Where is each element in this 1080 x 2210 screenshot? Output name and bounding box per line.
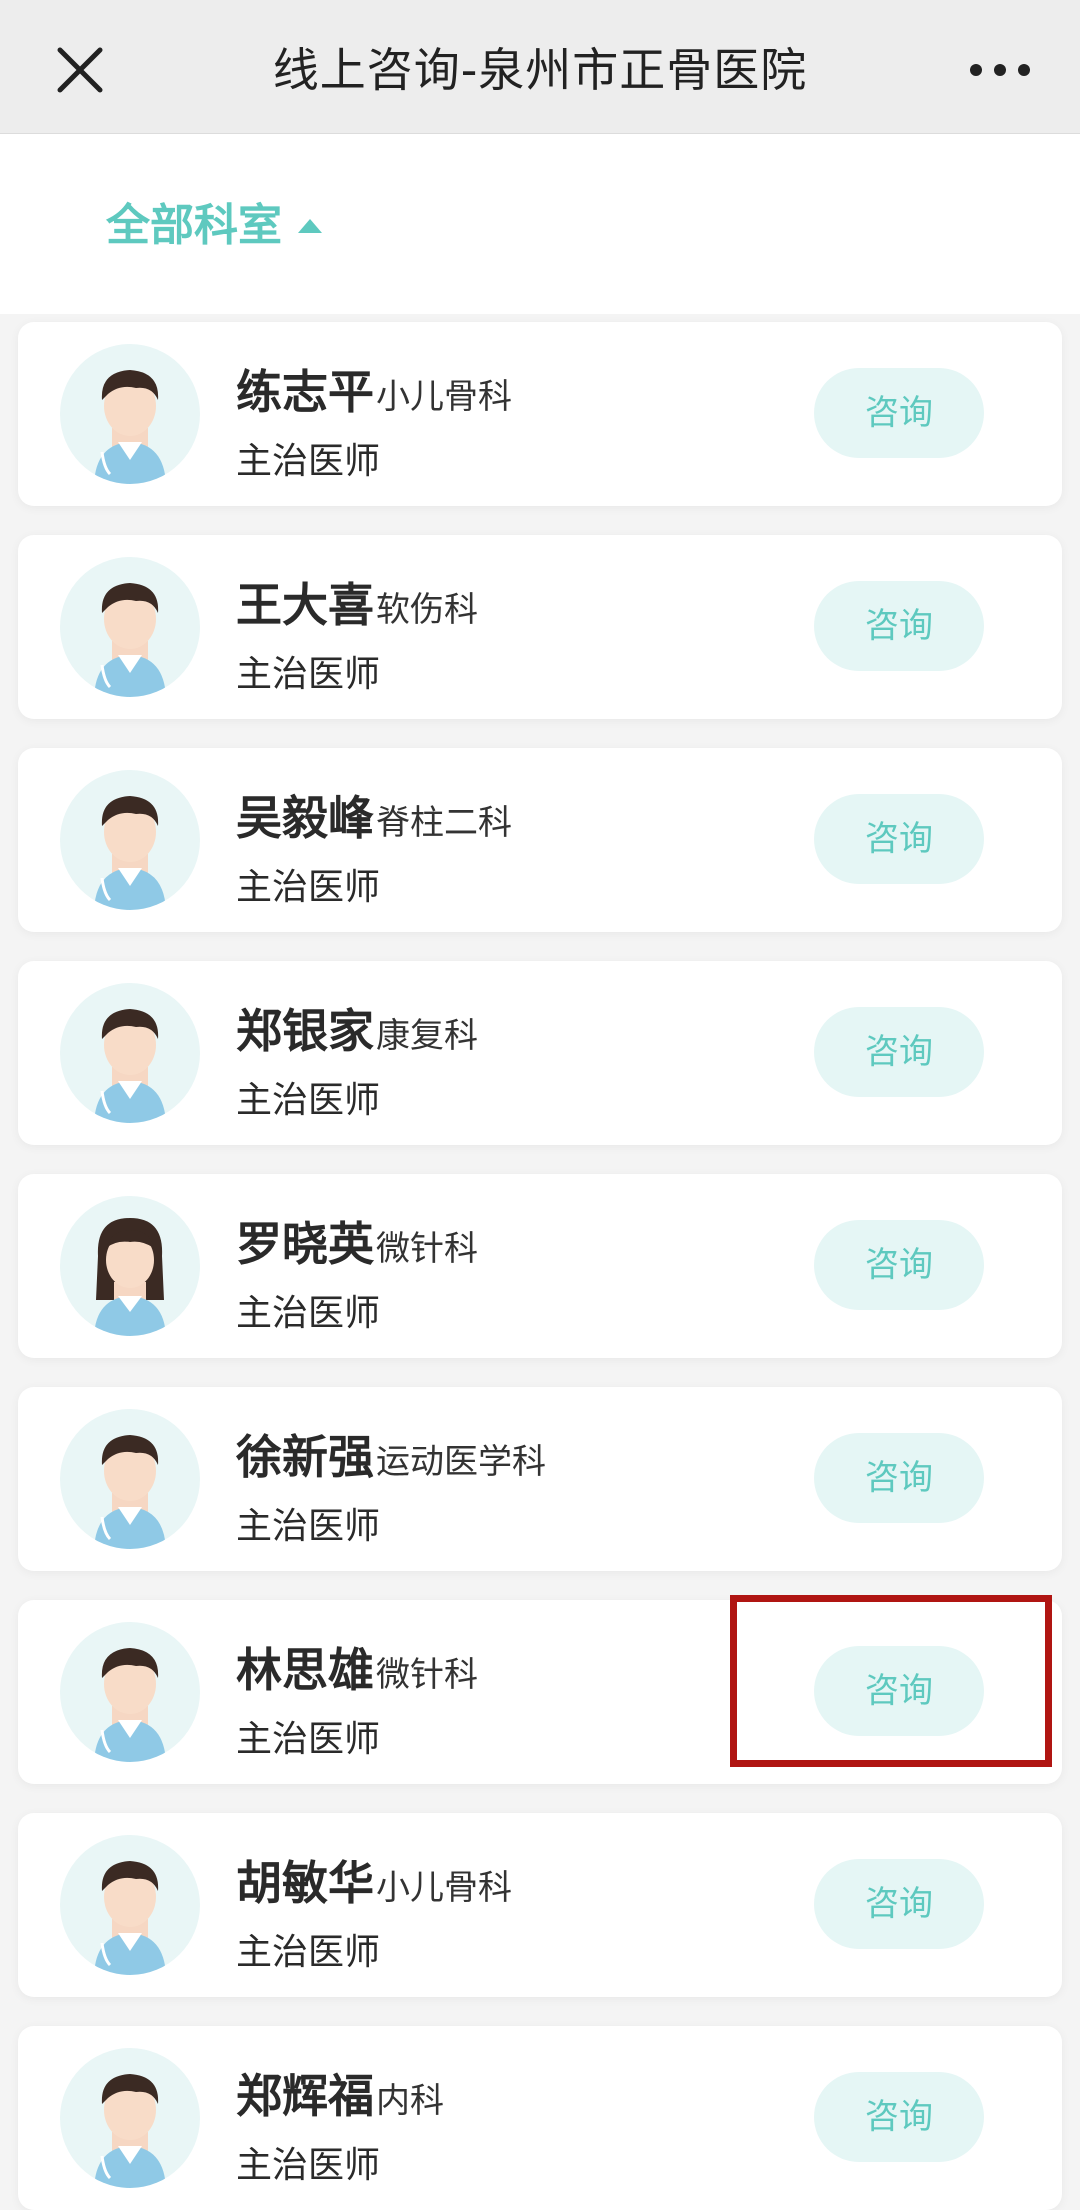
doctor-avatar	[60, 1622, 200, 1762]
doctor-name: 郑辉福	[236, 2069, 374, 2123]
doctor-title: 主治医师	[236, 867, 381, 908]
consult-button[interactable]: 咨询	[814, 1646, 984, 1736]
doctor-name: 罗晓英	[236, 1217, 374, 1271]
doctor-name-line: 郑银家康复科	[236, 1001, 478, 1072]
consult-button[interactable]: 咨询	[814, 368, 984, 458]
doctor-title: 主治医师	[236, 1719, 381, 1760]
doctor-avatar	[60, 770, 200, 910]
doctor-name: 王大喜	[236, 578, 374, 632]
doctor-card[interactable]: 王大喜软伤科 主治医师 咨询	[18, 535, 1062, 719]
doctor-name: 胡敏华	[236, 1856, 374, 1910]
doctor-name-line: 罗晓英微针科	[236, 1214, 478, 1285]
doctor-department: 小儿骨科	[376, 377, 512, 417]
doctor-avatar	[60, 557, 200, 697]
doctor-avatar	[60, 344, 200, 484]
page-title: 线上咨询-泉州市正骨医院	[272, 43, 808, 97]
doctor-card[interactable]: 林思雄微针科 主治医师 咨询	[18, 1600, 1062, 1784]
doctor-card[interactable]: 徐新强运动医学科 主治医师 咨询	[18, 1387, 1062, 1571]
doctor-card[interactable]: 练志平小儿骨科 主治医师 咨询	[18, 322, 1062, 506]
doctor-department: 微针科	[376, 1655, 478, 1695]
doctor-name-line: 练志平小儿骨科	[236, 362, 512, 433]
doctor-name-line: 王大喜软伤科	[236, 575, 478, 646]
doctor-name: 吴毅峰	[236, 791, 374, 845]
doctor-card[interactable]: 罗晓英微针科 主治医师 咨询	[18, 1174, 1062, 1358]
doctor-department: 软伤科	[376, 590, 478, 630]
doctor-avatar	[60, 1196, 200, 1336]
caret-up-icon	[298, 219, 322, 233]
consult-button[interactable]: 咨询	[814, 1433, 984, 1523]
doctor-card[interactable]: 郑辉福内科 主治医师 咨询	[18, 2026, 1062, 2210]
more-dots-icon[interactable]	[968, 52, 1032, 88]
consult-button[interactable]: 咨询	[814, 1859, 984, 1949]
doctor-avatar	[60, 983, 200, 1123]
department-filter-label: 全部科室	[106, 200, 282, 251]
doctor-department: 运动医学科	[376, 1442, 546, 1482]
consult-button[interactable]: 咨询	[814, 794, 984, 884]
doctor-title: 主治医师	[236, 441, 381, 482]
doctor-title: 主治医师	[236, 2145, 381, 2186]
doctor-name-line: 徐新强运动医学科	[236, 1427, 546, 1498]
doctor-name: 郑银家	[236, 1004, 374, 1058]
department-filter-bar: 全部科室	[0, 134, 1080, 314]
doctor-name-line: 吴毅峰脊柱二科	[236, 788, 512, 859]
doctor-title: 主治医师	[236, 1932, 381, 1973]
doctor-department: 微针科	[376, 1229, 478, 1269]
doctor-card[interactable]: 吴毅峰脊柱二科 主治医师 咨询	[18, 748, 1062, 932]
consult-button[interactable]: 咨询	[814, 581, 984, 671]
doctor-card[interactable]: 胡敏华小儿骨科 主治医师 咨询	[18, 1813, 1062, 1997]
doctor-department: 康复科	[376, 1016, 478, 1056]
doctor-name: 徐新强	[236, 1430, 374, 1484]
doctor-department: 内科	[376, 2081, 444, 2121]
consult-button[interactable]: 咨询	[814, 1007, 984, 1097]
department-filter-dropdown[interactable]: 全部科室	[106, 196, 322, 256]
doctor-name-line: 郑辉福内科	[236, 2066, 444, 2137]
doctor-title: 主治医师	[236, 1506, 381, 1547]
doctor-avatar	[60, 1409, 200, 1549]
doctor-card[interactable]: 郑银家康复科 主治医师 咨询	[18, 961, 1062, 1145]
doctor-name-line: 林思雄微针科	[236, 1640, 478, 1711]
doctor-avatar	[60, 2048, 200, 2188]
doctor-avatar	[60, 1835, 200, 1975]
doctor-department: 小儿骨科	[376, 1868, 512, 1908]
doctor-name: 林思雄	[236, 1643, 374, 1697]
doctor-department: 脊柱二科	[376, 803, 512, 843]
consult-button[interactable]: 咨询	[814, 1220, 984, 1310]
doctor-name: 练志平	[236, 365, 374, 419]
doctor-name-line: 胡敏华小儿骨科	[236, 1853, 512, 1924]
doctor-title: 主治医师	[236, 654, 381, 695]
top-navigation-bar: 线上咨询-泉州市正骨医院	[0, 0, 1080, 134]
consult-button[interactable]: 咨询	[814, 2072, 984, 2162]
doctor-title: 主治医师	[236, 1080, 381, 1121]
doctor-title: 主治医师	[236, 1293, 381, 1334]
